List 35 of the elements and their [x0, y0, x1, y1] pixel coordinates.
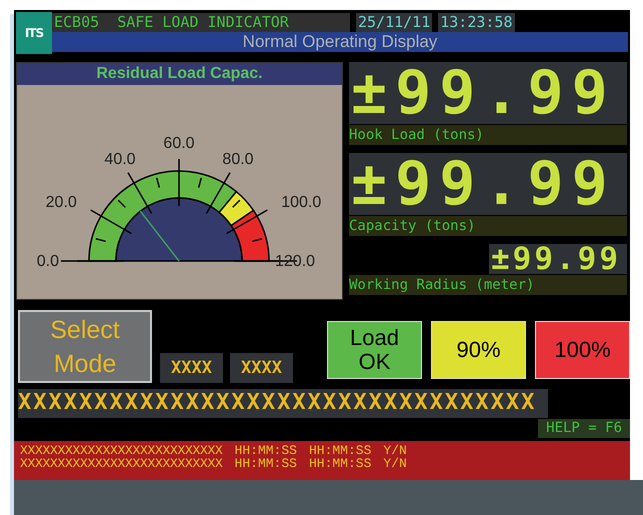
- status-indicator-button[interactable]: Load OK: [327, 320, 422, 378]
- gauge-needle: [140, 210, 180, 262]
- alarm-time: HH:MM:SS: [308, 444, 372, 457]
- help-hint: HELP = F6: [538, 419, 630, 438]
- gauge-tick-label: 20.0: [46, 194, 77, 211]
- readout-label: Capacity (tons): [349, 216, 627, 236]
- gauge-title: Residual Load Capac.: [17, 63, 342, 85]
- time-display: 13:23:58: [438, 12, 514, 32]
- alarm-text: XXXXXXXXXXXXXXXXXXXXXXXXXXX: [20, 444, 223, 457]
- date-display: 25/11/11: [356, 12, 432, 32]
- digital-readout: ±99.99: [349, 153, 627, 215]
- alarm-flag-label: Y/N: [383, 457, 407, 470]
- gauge-tick-label: 80.0: [222, 150, 254, 168]
- alarm-time: HH:MM:SS: [234, 457, 297, 470]
- alarm-text: XXXXXXXXXXXXXXXXXXXXXXXXXXX: [20, 457, 223, 470]
- message-bar: XXXXXXXXXXXXXXXXXXXXXXXXXXXXXXXXXX: [18, 389, 548, 418]
- alarm-time: HH:MM:SS: [308, 457, 372, 470]
- readout-label: Working Radius (meter): [349, 275, 627, 295]
- status-field: XXXX: [160, 353, 223, 383]
- logo: ITS: [16, 12, 52, 54]
- alarm-flag-label: Y/N: [383, 444, 407, 457]
- status-field: XXXX: [230, 353, 293, 383]
- gauge-tick-label: 60.0: [163, 135, 195, 152]
- gauge-tick-label: 100.0: [281, 194, 322, 211]
- gauge-tick-label: 40.0: [104, 150, 136, 168]
- status-indicator-button[interactable]: 90%: [431, 320, 526, 378]
- alarm-time: HH:MM:SS: [234, 444, 297, 457]
- readout-label: Hook Load (tons): [349, 125, 627, 145]
- gauge-tick-label: 120.0: [275, 253, 316, 270]
- system-label: ECB05 SAFE LOAD INDICATOR: [52, 12, 350, 32]
- screen-subtitle: Normal Operating Display: [52, 32, 628, 52]
- status-indicator-button[interactable]: 100%: [535, 320, 630, 378]
- digital-readout: ±99.99: [489, 244, 627, 274]
- gauge-tick-label: 0.0: [36, 253, 59, 270]
- digital-readout: ±99.99: [349, 62, 627, 124]
